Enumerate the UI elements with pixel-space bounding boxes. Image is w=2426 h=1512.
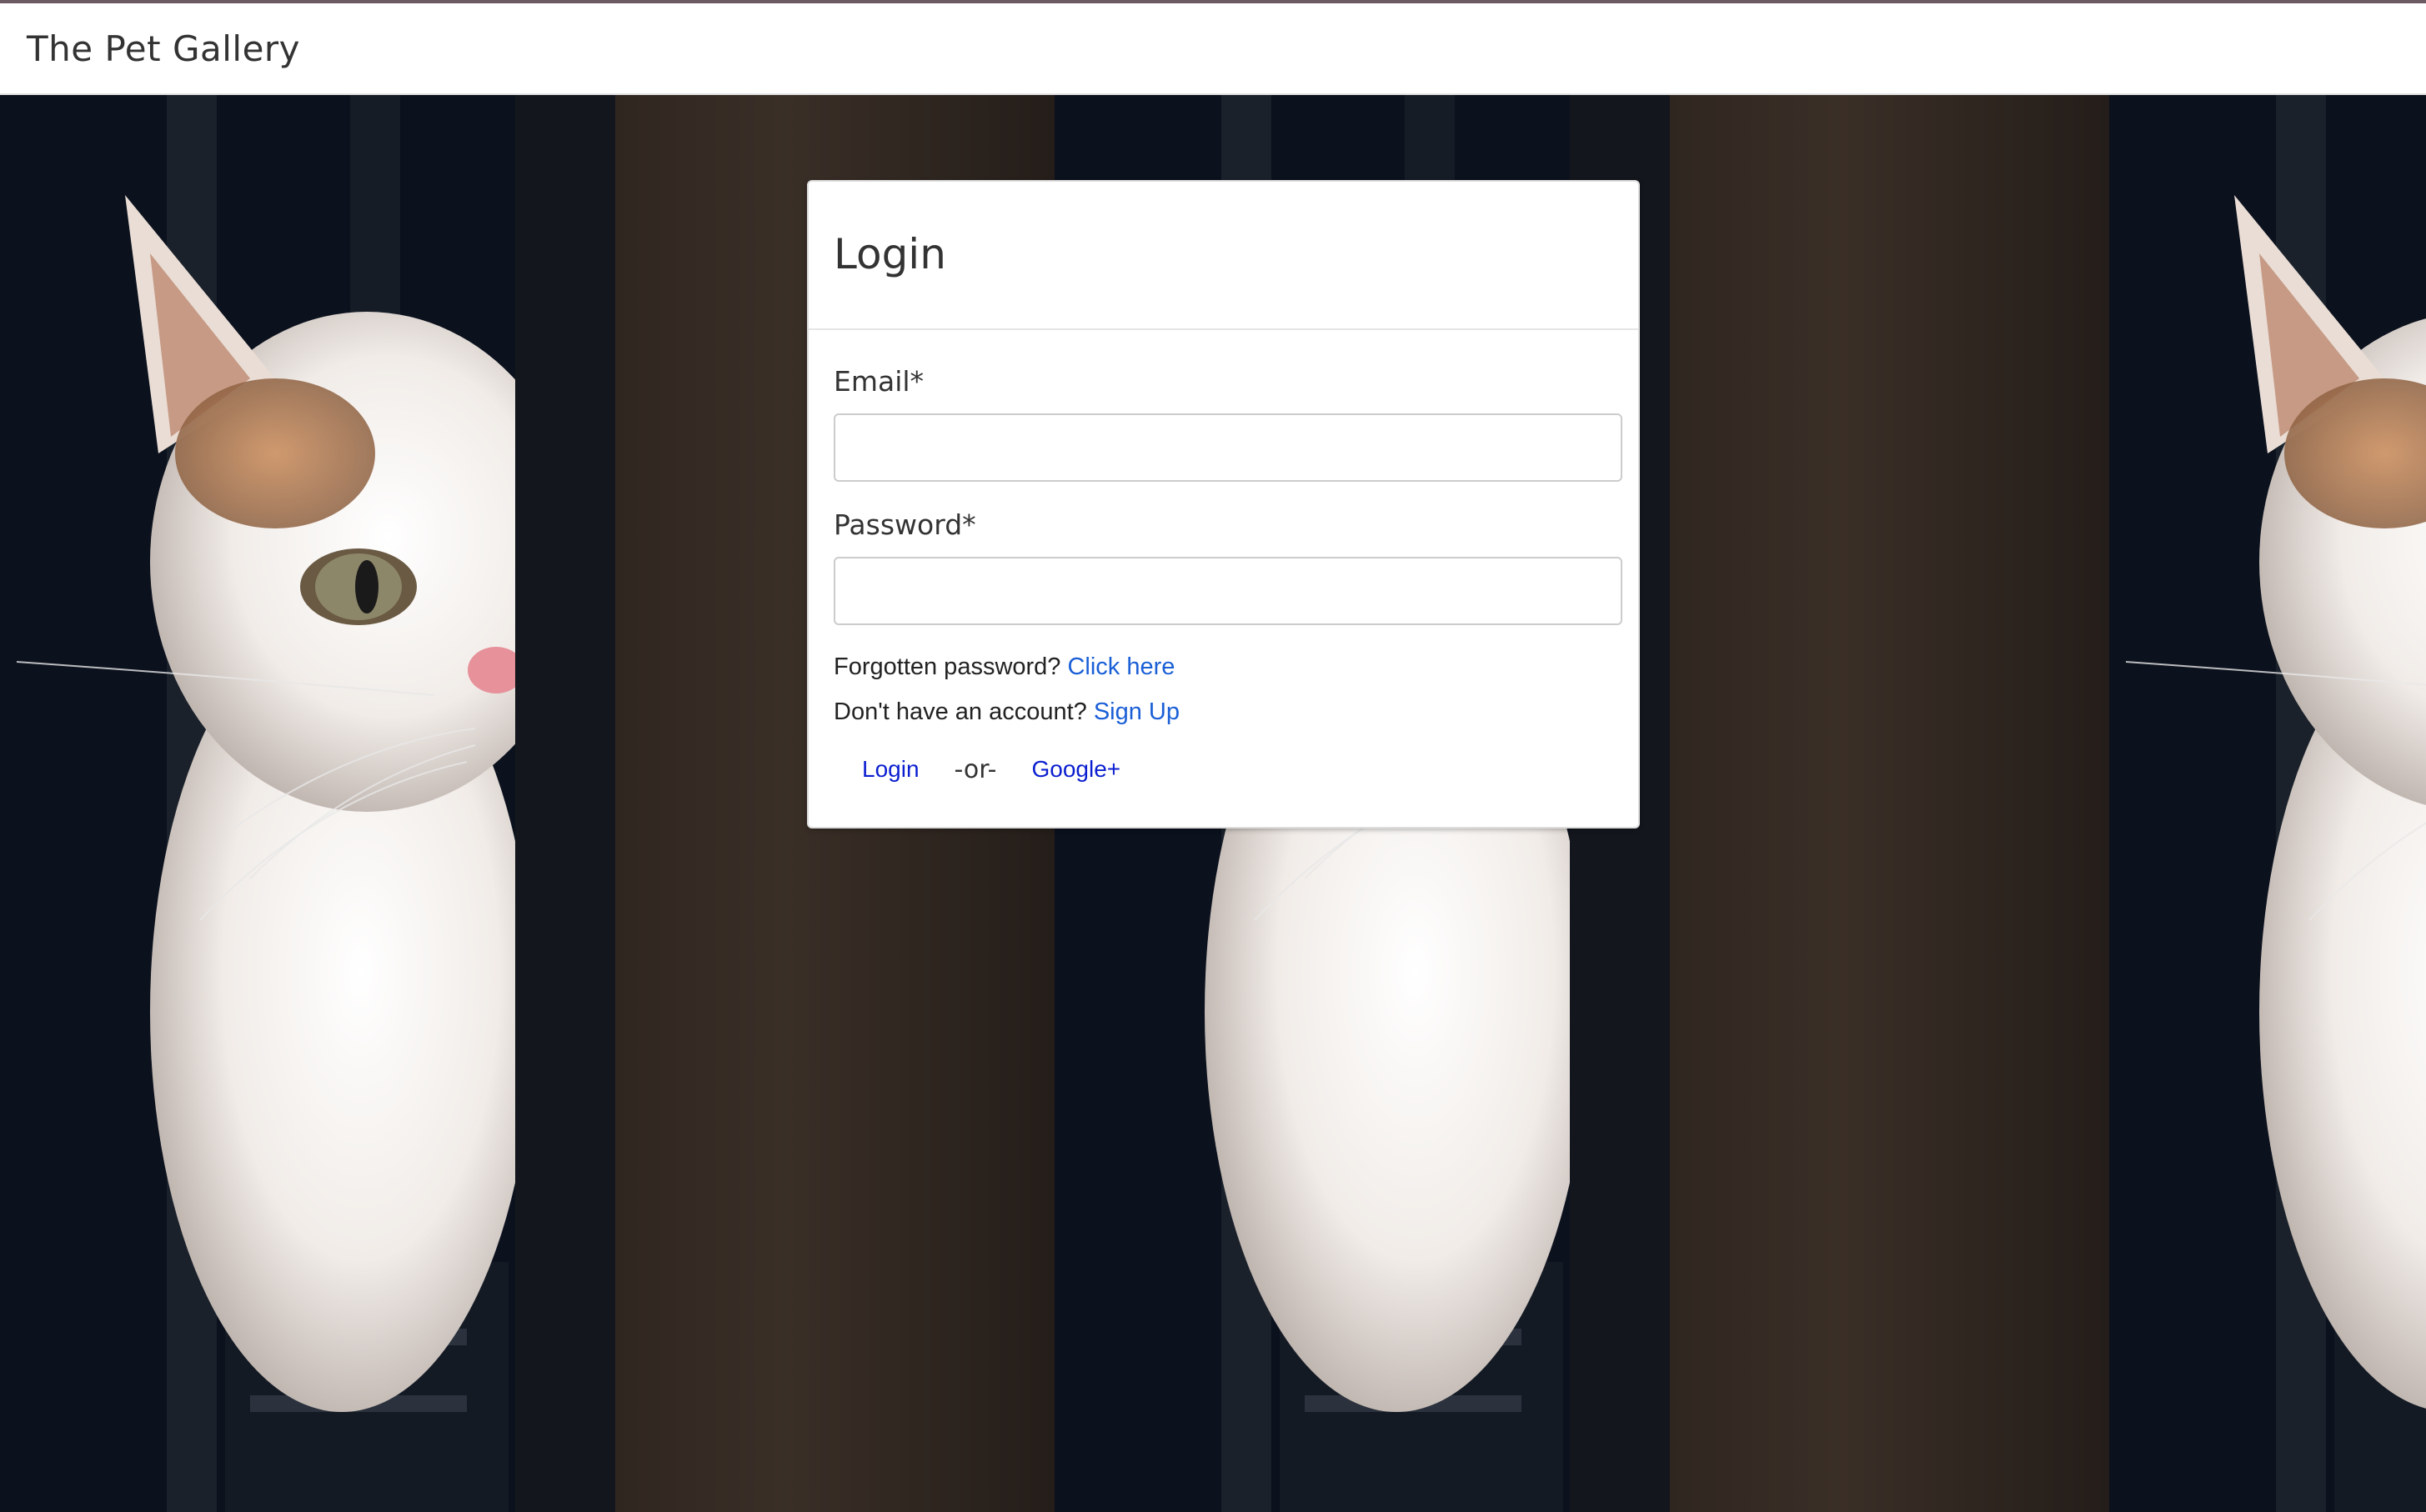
email-field[interactable]: [834, 413, 1622, 482]
signup-row: Don't have an account? Sign Up: [834, 698, 1180, 726]
login-panel: Login Email* Password* Forgotten passwor…: [807, 180, 1640, 829]
top-navbar: The Pet Gallery: [0, 0, 2426, 95]
login-panel-heading: Login: [809, 182, 1638, 330]
signup-text: Don't have an account?: [834, 698, 1087, 725]
login-actions: Login -or- Google+: [834, 748, 1149, 790]
or-separator: -or-: [954, 754, 997, 784]
password-field[interactable]: [834, 557, 1622, 625]
login-title: Login: [834, 230, 946, 278]
forgot-password-text: Forgotten password?: [834, 653, 1061, 680]
password-label: Password*: [834, 508, 976, 541]
email-label: Email*: [834, 365, 925, 398]
brand-title[interactable]: The Pet Gallery: [27, 28, 300, 69]
forgot-password-row: Forgotten password? Click here: [834, 653, 1175, 681]
signup-link[interactable]: Sign Up: [1094, 698, 1180, 725]
google-login-button[interactable]: Google+: [1004, 751, 1150, 788]
forgot-password-link[interactable]: Click here: [1067, 653, 1175, 680]
login-button[interactable]: Login: [834, 751, 948, 788]
kitten-photo-tile: [2109, 95, 2426, 1512]
